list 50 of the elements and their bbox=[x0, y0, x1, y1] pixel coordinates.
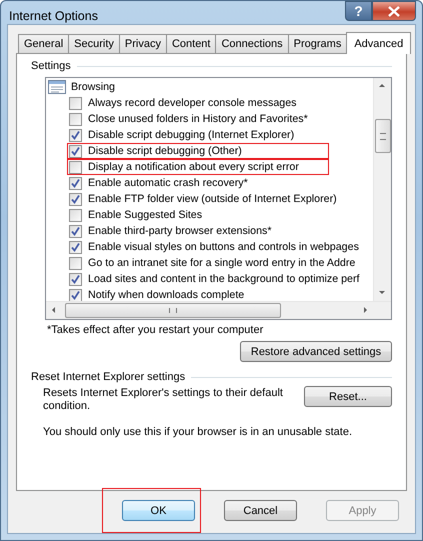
checkbox[interactable] bbox=[69, 240, 82, 254]
note-text: *Takes effect after you restart your computer bbox=[47, 324, 264, 336]
reset-button[interactable]: Reset... bbox=[304, 386, 392, 407]
reset-description: Resets Internet Explorer's settings to their default condition. bbox=[43, 387, 284, 413]
window-icon bbox=[48, 80, 66, 94]
option-label: Enable FTP folder view (outside of Internet Explorer) bbox=[88, 193, 337, 205]
close-button[interactable] bbox=[372, 1, 416, 21]
option-label: Go to an intranet site for a single word entry in the Addre bbox=[88, 257, 356, 269]
checkbox[interactable] bbox=[69, 288, 82, 301]
checkbox[interactable] bbox=[69, 144, 82, 158]
option-label: Always record developer console messages bbox=[88, 97, 297, 109]
tab[interactable]: Connections bbox=[215, 34, 289, 53]
dialog-button[interactable]: Cancel bbox=[224, 500, 297, 521]
tab[interactable]: Security bbox=[68, 34, 120, 53]
checkbox[interactable] bbox=[69, 208, 82, 222]
option-label: Close unused folders in History and Favorites* bbox=[88, 113, 308, 125]
tab[interactable]: Content bbox=[166, 34, 216, 53]
option-label: Disable script debugging (Internet Explorer) bbox=[88, 129, 294, 141]
option-label: Display a notification about every script error bbox=[88, 161, 299, 173]
tab[interactable]: General bbox=[18, 34, 70, 53]
dialog-button[interactable]: OK bbox=[122, 500, 195, 521]
checkbox[interactable] bbox=[69, 192, 82, 206]
vertical-scrollbar[interactable] bbox=[373, 78, 391, 301]
checkbox[interactable] bbox=[69, 128, 82, 142]
checkbox[interactable] bbox=[69, 224, 82, 238]
checkbox[interactable] bbox=[69, 272, 82, 286]
option-label: Disable script debugging (Other) bbox=[88, 145, 242, 157]
checkbox[interactable] bbox=[69, 112, 82, 126]
category-label: Browsing bbox=[71, 81, 115, 93]
group-label: Settings bbox=[31, 60, 71, 72]
tab[interactable]: Programs bbox=[288, 34, 348, 53]
checkbox[interactable] bbox=[69, 256, 82, 270]
help-button[interactable]: ? bbox=[345, 1, 372, 21]
option-label: Enable third-party browser extensions* bbox=[88, 225, 272, 237]
restore-button[interactable]: Restore advanced settings bbox=[240, 341, 392, 362]
horizontal-scrollbar[interactable] bbox=[46, 301, 391, 319]
checkbox[interactable] bbox=[69, 160, 82, 174]
option-label: Enable Suggested Sites bbox=[88, 209, 202, 221]
checkbox[interactable] bbox=[69, 176, 82, 190]
option-label: Enable automatic crash recovery* bbox=[88, 177, 248, 189]
tab[interactable]: Advanced bbox=[346, 32, 412, 54]
checkbox[interactable] bbox=[69, 96, 82, 110]
close-icon bbox=[388, 6, 400, 16]
option-label: Notify when downloads complete bbox=[88, 289, 244, 301]
warning-text: You should only use this if your browser is in an unusable state. bbox=[43, 426, 353, 438]
option-label: Enable visual styles on buttons and controls in webpages bbox=[88, 241, 359, 253]
tab[interactable]: Privacy bbox=[118, 34, 167, 53]
option-label: Load sites and content in the background to optimize perf bbox=[88, 273, 360, 285]
window-title: Internet Options bbox=[9, 9, 98, 23]
group-label: Reset Internet Explorer settings bbox=[31, 371, 186, 383]
